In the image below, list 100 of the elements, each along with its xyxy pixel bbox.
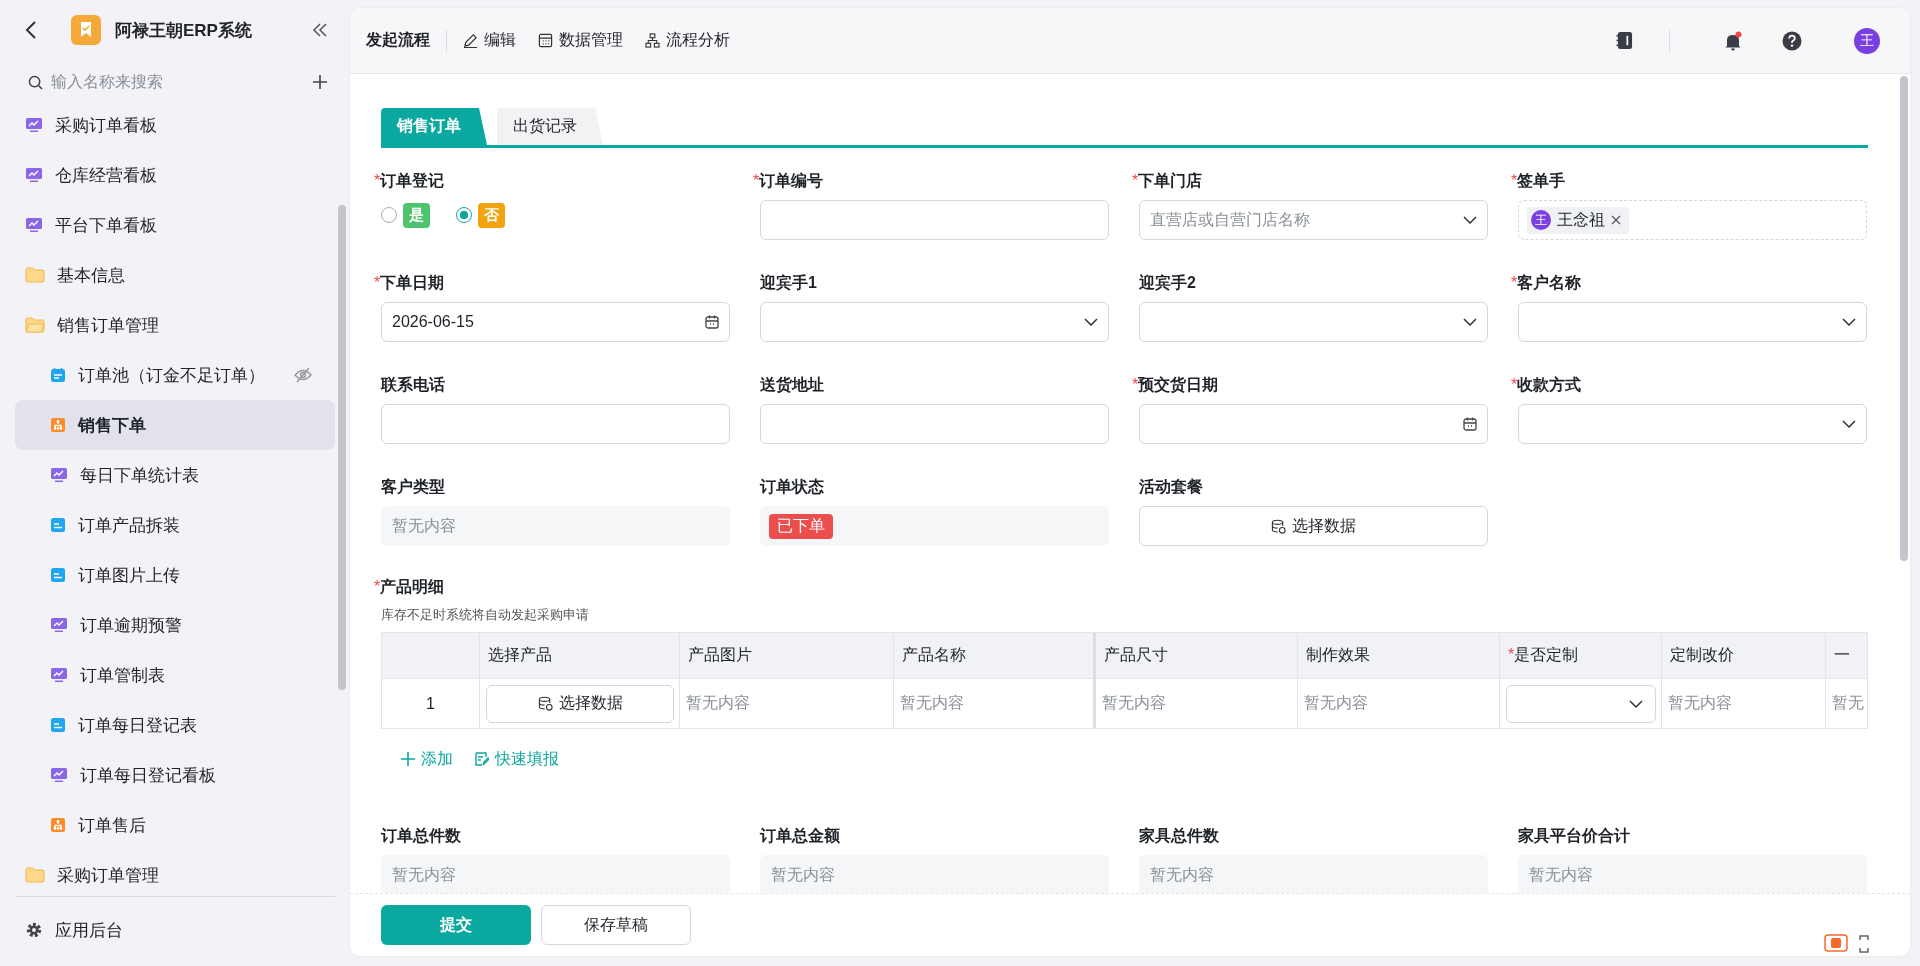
select-field[interactable] [1518,404,1867,444]
toolbar-action[interactable]: 数据管理 [538,30,623,51]
folder-icon [25,267,45,283]
table-cell-text: 暂无内容 [1102,693,1166,713]
hint-text: 库存不足时系统将自动发起采购申请 [381,606,590,624]
column-header: 选择产品 [488,645,552,665]
pencil-icon [463,33,478,48]
date-field[interactable]: 2026-06-15 [381,302,730,342]
chevron-down-icon [1463,216,1477,224]
text-field[interactable] [760,404,1109,444]
help-icon[interactable] [1782,30,1802,51]
form-icon [475,752,489,766]
back-icon[interactable] [25,20,37,40]
date-field[interactable] [1139,404,1488,444]
chart-icon [50,667,68,683]
readonly-field[interactable]: 暂无内容 [1518,855,1867,893]
chevron-down-icon [1842,318,1856,326]
tab[interactable]: 出货记录 [497,108,603,145]
chevron-down-icon [1463,318,1477,326]
field-label: 客户类型 [381,477,446,497]
sidebar-item[interactable]: 订单每日登记看板 [15,750,335,800]
sidebar-item[interactable]: 订单每日登记表 [15,700,335,750]
field-label: 订单状态 [760,477,825,497]
field-label: *预交货日期 [1132,375,1220,396]
document-icon [50,717,66,733]
table-cell-text: 暂无内容 [900,693,964,713]
toolbar-action[interactable]: 编辑 [463,30,516,51]
scrollbar[interactable] [338,205,346,690]
radio-button[interactable] [456,207,472,223]
sidebar-label: 订单每日登记看板 [80,764,217,787]
sidebar-label: 订单管制表 [80,664,166,687]
select-field[interactable] [1506,684,1656,723]
sidebar-item[interactable]: 订单售后 [15,800,335,850]
settings-icon [25,921,43,939]
sidebar-label: 平台下单看板 [55,214,158,237]
select-data-button[interactable]: 选择数据 [486,684,674,723]
sidebar-item[interactable]: 基本信息 [15,250,335,300]
search-field[interactable]: 输入名称来搜索 [28,72,302,92]
sidebar-label: 采购订单看板 [55,114,158,137]
readonly-field[interactable]: 暂无内容 [1139,855,1488,893]
select-field[interactable] [1139,302,1488,342]
chart-icon [50,617,68,633]
readonly-field[interactable]: 暂无内容 [381,506,730,546]
app-logo-icon [71,15,101,45]
text-field[interactable] [760,200,1109,240]
eye-slash-icon [293,367,313,383]
column-header: 一 [1834,645,1850,665]
select-field[interactable] [1518,302,1867,342]
sidebar-item[interactable]: 仓库经营看板 [15,150,335,200]
calendar-icon [705,315,719,329]
sidebar-label: 销售订单管理 [57,314,160,337]
sidebar-item[interactable]: 销售下单 [15,400,335,450]
sidebar-item[interactable]: 销售订单管理 [15,300,335,350]
sidebar-item[interactable]: 平台下单看板 [15,200,335,250]
sidebar-label: 订单池（订金不足订单） [78,364,266,387]
scrollbar[interactable] [1900,76,1908,561]
person-field[interactable]: 王 王念祖 [1518,200,1867,240]
sidebar-item[interactable]: 每日下单统计表 [15,450,335,500]
app-title: 阿禄王朝ERP系统 [115,19,253,42]
sidebar-item[interactable]: 订单管制表 [15,650,335,700]
field-label: 订单总金额 [760,826,841,846]
table-cell-text: 暂无内容 [1304,693,1368,713]
chevron-down-icon [1629,699,1643,708]
notebook-icon[interactable] [1616,31,1633,50]
sidebar-item[interactable]: 订单逾期预警 [15,600,335,650]
select-field[interactable] [760,302,1109,342]
readonly-field[interactable]: 暂无内容 [760,855,1109,893]
field-label: *产品明细 [374,577,446,597]
field-label: 送货地址 [760,375,825,396]
sidebar-item[interactable]: 采购订单看板 [15,100,335,150]
toolbar-title: 发起流程 [366,30,430,50]
sidebar-item[interactable]: 采购订单管理 [15,850,335,896]
select-data-button[interactable]: 选择数据 [1139,506,1488,546]
person-name: 王念祖 [1557,209,1605,230]
bell-icon[interactable] [1724,30,1742,51]
column-header: *是否定制 [1508,645,1579,665]
sidebar-item[interactable]: 订单图片上传 [15,550,335,600]
sidebar-item[interactable]: 订单池（订金不足订单） [15,350,335,400]
sidebar-label: 订单售后 [78,814,147,837]
toolbar-action[interactable]: 流程分析 [645,30,730,51]
add-icon[interactable] [312,74,328,90]
close-icon[interactable] [1611,215,1621,225]
table-cell-text: 暂无内容 [686,693,750,713]
chart-icon [25,217,43,233]
admin-link[interactable]: 应用后台 [55,918,123,942]
collapse-icon[interactable] [312,23,328,37]
sidebar-item[interactable]: 订单产品拆装 [15,500,335,550]
document-icon [50,517,66,533]
sidebar-label: 销售下单 [78,414,147,437]
sidebar-label: 订单每日登记表 [78,714,198,737]
user-avatar[interactable]: 王 [1854,27,1880,54]
document-icon [50,567,66,583]
text-field[interactable] [381,404,730,444]
sidebar-label: 订单图片上传 [78,564,181,587]
readonly-field[interactable]: 暂无内容 [381,855,730,893]
expand-icon [1858,934,1870,954]
column-header: 定制改价 [1670,645,1734,665]
column-header: 产品名称 [902,645,966,665]
form-button[interactable]: 保存草稿 [541,905,691,945]
field-label: 家具总件数 [1139,826,1220,846]
